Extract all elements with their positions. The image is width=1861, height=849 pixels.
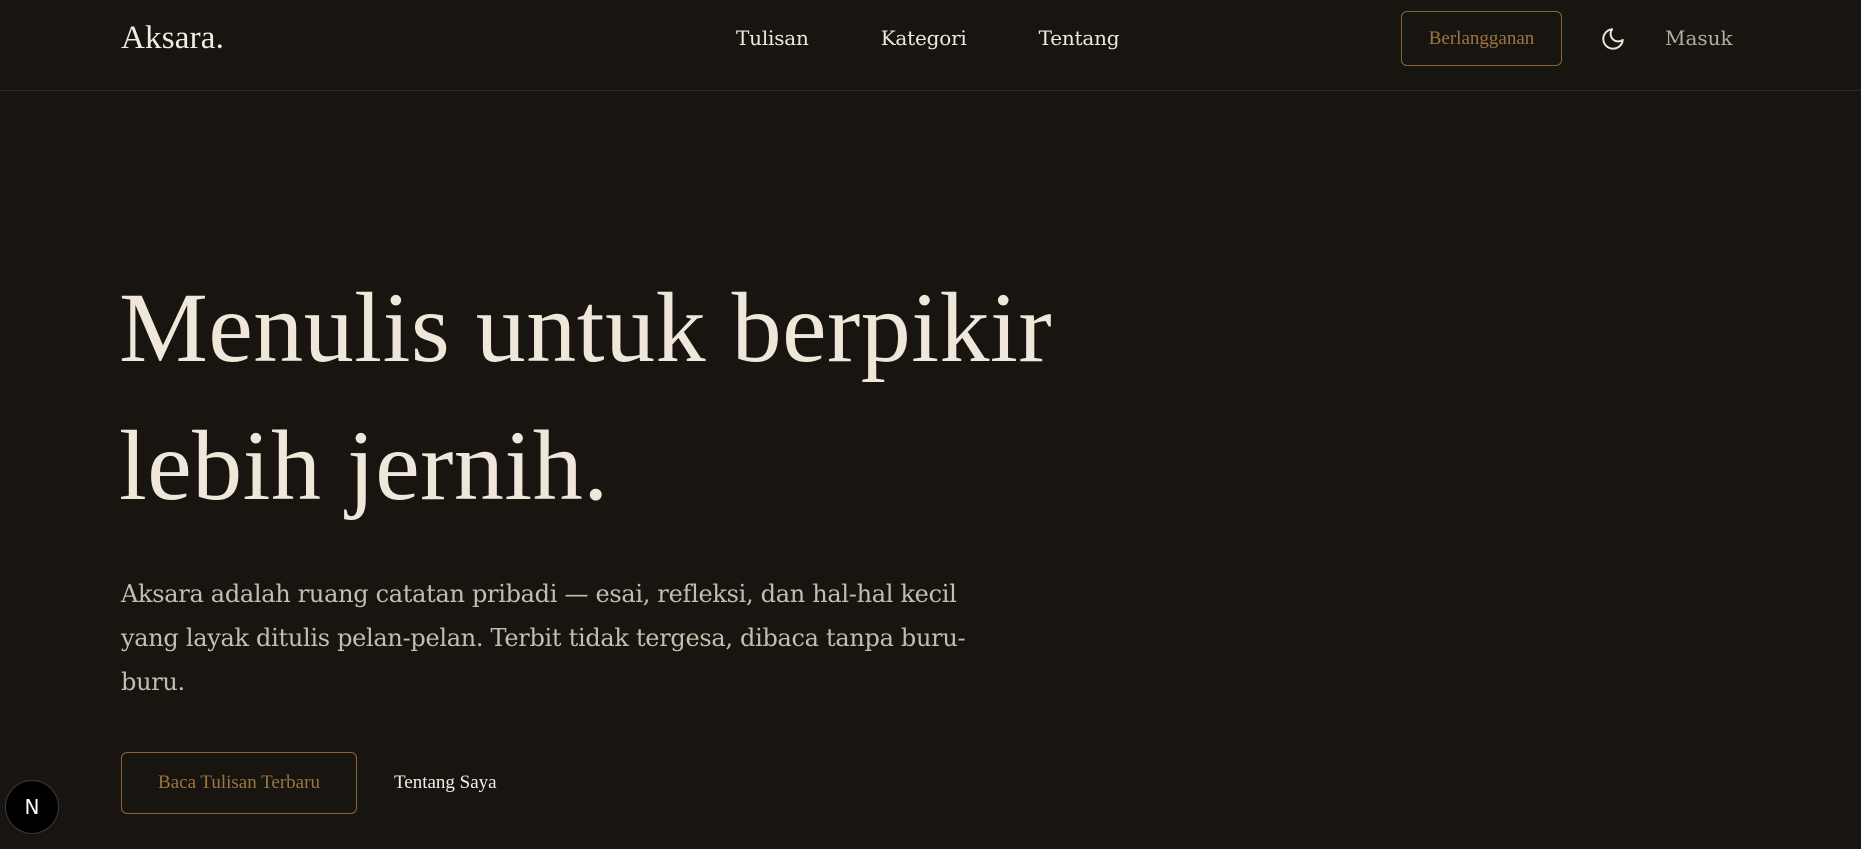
main-nav: Tulisan Kategori Tentang [736,24,1120,52]
about-me-link[interactable]: Tentang Saya [394,770,497,796]
nextjs-letter: N [25,795,40,819]
login-link[interactable]: Masuk [1665,24,1733,52]
nextjs-dev-badge[interactable]: N [6,781,58,833]
brand-logo[interactable]: Aksara. [121,18,224,58]
nav-link-tulisan[interactable]: Tulisan [736,24,809,52]
subscribe-button[interactable]: Berlangganan [1401,11,1562,66]
read-latest-button[interactable]: Baca Tulisan Terbaru [121,752,357,814]
hero-title: Menulis untuk berpikir lebih jernih. [119,259,1219,535]
nextjs-icon: N [25,795,40,819]
hero-title-line-2: lebih jernih. [119,410,609,521]
hero-description: Aksara adalah ruang catatan pribadi — es… [121,580,966,696]
moon-icon [1602,28,1624,50]
nav-link-kategori[interactable]: Kategori [881,24,967,52]
site-header: Aksara. Tulisan Kategori Tentang Berlang… [0,0,1861,91]
hero-title-line-1: Menulis untuk berpikir [119,272,1053,383]
nav-link-tentang[interactable]: Tentang [1039,24,1120,52]
theme-toggle-button[interactable] [1598,24,1628,54]
